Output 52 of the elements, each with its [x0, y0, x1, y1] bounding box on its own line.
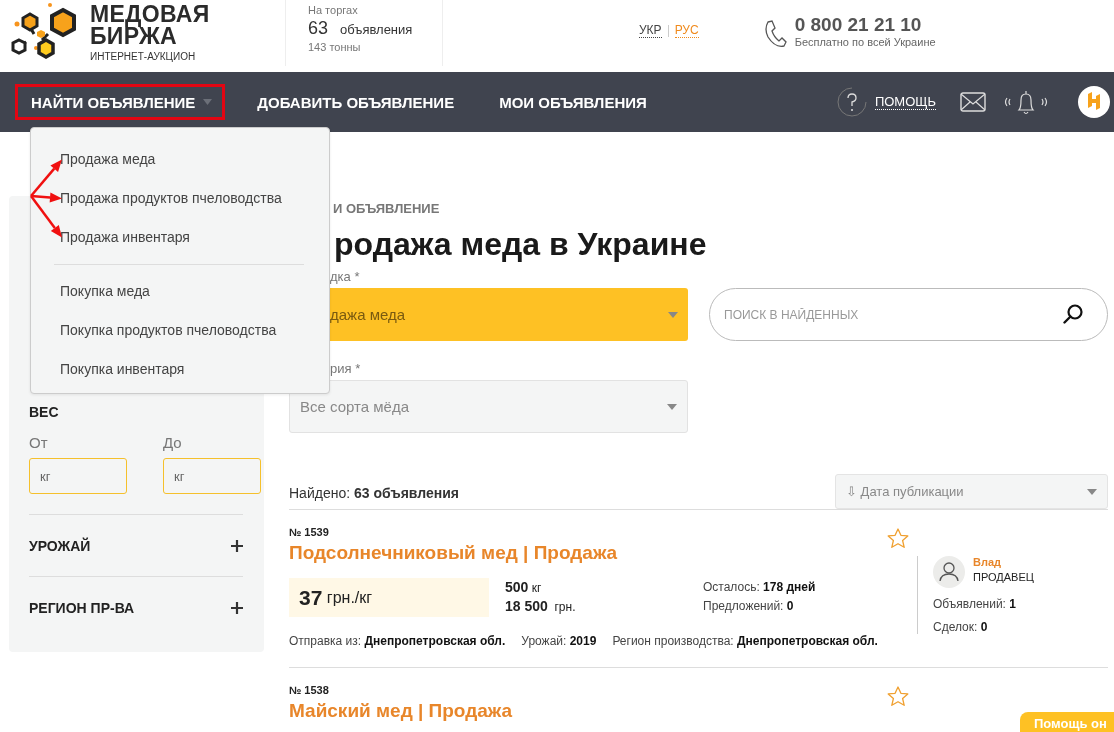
listing-number: № 1539 [289, 526, 330, 538]
field-label: До [163, 434, 183, 451]
menu-item[interactable]: Продажа инвентаря [60, 218, 329, 257]
seller-deals: Сделок: 0 [933, 619, 989, 636]
nav-link[interactable]: МОИ ОБЪЯВЛЕНИЯ [483, 84, 660, 120]
volume-text: 143 тонны [308, 41, 362, 53]
plus-icon[interactable] [231, 601, 243, 614]
filter-title[interactable]: УРОЖАЙ [29, 537, 91, 554]
price-tag: 37 грн./кг [289, 578, 489, 617]
caret-icon [667, 403, 677, 410]
star-icon[interactable] [887, 686, 909, 707]
seller-role: ПРОДАВЕЦ [973, 571, 1034, 583]
bell-icon[interactable] [1002, 88, 1050, 116]
page-title: родажа меда в Украине [334, 225, 708, 264]
plus-icon[interactable] [231, 539, 243, 552]
menu-item[interactable]: Продажа продуктов пчеловодства [60, 179, 329, 218]
field-label: От [29, 434, 49, 451]
listing-details: Отправка из: Днепропетровская обл. Урожай: 2019 Регион производства: Днепропетровская обл. [289, 633, 879, 650]
time-remaining: Осталось: 178 дней [703, 579, 816, 596]
search-icon[interactable] [1063, 304, 1083, 324]
total-text: 18 500 грн. [505, 597, 577, 616]
phone-note: Бесплатно по всей Украине [794, 36, 936, 48]
field-label: дка * [329, 269, 361, 284]
phone-icon [762, 20, 787, 48]
profile-icon[interactable] [1078, 86, 1110, 118]
star-icon[interactable] [887, 528, 909, 549]
listing-count-label: объявления [340, 22, 413, 37]
stats-caption: На торгах [308, 4, 359, 16]
help-link[interactable]: ПОМОЩЬ [874, 94, 936, 110]
phone-number[interactable]: 0 800 21 21 10 [794, 14, 936, 36]
menu-item[interactable]: Продажа меда [60, 140, 329, 179]
field-label: рия * [329, 361, 362, 376]
filter-title[interactable]: РЕГИОН ПР-ВА [29, 599, 135, 616]
offers-count: Предложений: 0 [703, 598, 795, 615]
amount-text: 500 кг [505, 578, 543, 597]
seller-listings: Объявлений: 1 [933, 596, 1017, 613]
language-link[interactable]: УКР [639, 24, 662, 38]
nav-link[interactable]: ДОБАВИТЬ ОБЪЯВЛЕНИЕ [241, 84, 468, 120]
logo-subtitle: ИНТЕРНЕТ-АУКЦИОН [90, 50, 197, 62]
results-count: Найдено: 63 объявления [289, 485, 459, 503]
caret-icon [1087, 488, 1097, 495]
avatar-icon [933, 556, 965, 588]
input-field[interactable]: кг [29, 458, 127, 494]
help-icon[interactable] [836, 87, 867, 117]
mail-icon[interactable] [960, 92, 986, 112]
input-field[interactable]: кг [163, 458, 261, 494]
nav-link[interactable]: НАЙТИ ОБЪЯВЛЕНИЕ [15, 84, 226, 120]
filter-title: ВЕС [29, 404, 60, 420]
listing-number: № 1538 [289, 684, 330, 696]
caret-icon [668, 311, 678, 318]
search-field[interactable]: ПОИСК В НАЙДЕННЫХ [709, 288, 1108, 341]
listing-count: 63 [308, 18, 329, 39]
